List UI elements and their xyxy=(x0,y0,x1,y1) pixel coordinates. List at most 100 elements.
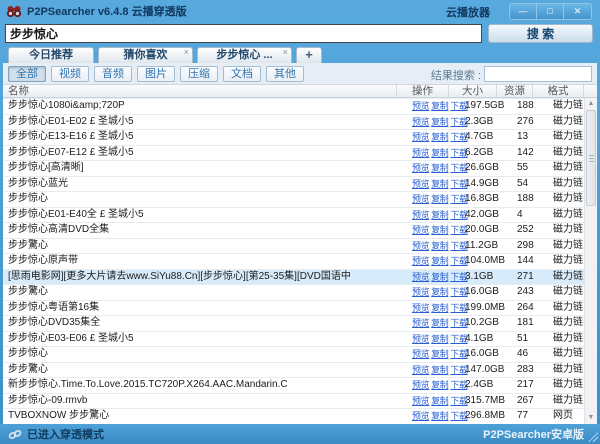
filter-all-button[interactable]: 全部 xyxy=(8,66,46,82)
header-size[interactable]: 大小 xyxy=(449,85,497,97)
copy-link[interactable]: 复制 xyxy=(431,380,448,390)
table-row[interactable]: 步步惊心预览复制下载16.0GB46磁力链 xyxy=(3,347,597,363)
minimize-button[interactable]: — xyxy=(510,4,537,19)
filter-video-button[interactable]: 视频 xyxy=(51,66,89,82)
table-row[interactable]: 步步惊心蓝光预览复制下载14.9GB54磁力链 xyxy=(3,177,597,193)
copy-link[interactable]: 复制 xyxy=(431,241,448,251)
tab-close-icon[interactable]: × xyxy=(283,48,288,57)
result-actions: 预览复制下载 xyxy=(410,254,462,269)
copy-link[interactable]: 复制 xyxy=(431,117,448,127)
table-row[interactable]: 新步步惊心.Time.To.Love.2015.TC720P.X264.AAC.… xyxy=(3,378,597,394)
table-row[interactable]: 步步惊心DVD35集全预览复制下载10.2GB181磁力链 xyxy=(3,316,597,332)
close-button[interactable]: ✕ xyxy=(564,4,591,19)
copy-link[interactable]: 复制 xyxy=(431,148,448,158)
tab-close-icon[interactable]: × xyxy=(184,48,189,57)
copy-link[interactable]: 复制 xyxy=(431,132,448,142)
scroll-down-icon[interactable]: ▼ xyxy=(585,412,597,424)
copy-link[interactable]: 复制 xyxy=(431,287,448,297)
preview-link[interactable]: 预览 xyxy=(412,396,429,406)
preview-link[interactable]: 预览 xyxy=(412,210,429,220)
preview-link[interactable]: 预览 xyxy=(412,303,429,313)
copy-link[interactable]: 复制 xyxy=(431,179,448,189)
preview-link[interactable]: 预览 xyxy=(412,241,429,251)
vertical-scrollbar[interactable]: ▲ ▼ xyxy=(584,98,597,424)
table-row[interactable]: 步步惊心原声带预览复制下载104.0MB144磁力链 xyxy=(3,254,597,270)
table-row[interactable]: 步步惊心粤语第16集预览复制下载199.0MB264磁力链 xyxy=(3,301,597,317)
header-actions[interactable]: 操作 xyxy=(397,85,449,97)
copy-link[interactable]: 复制 xyxy=(431,225,448,235)
table-row[interactable]: 步步惊心-09.rmvb预览复制下载315.7MB267磁力链 xyxy=(3,394,597,410)
preview-link[interactable]: 预览 xyxy=(412,380,429,390)
preview-link[interactable]: 预览 xyxy=(412,101,429,111)
filter-archive-button[interactable]: 压缩 xyxy=(180,66,218,82)
preview-link[interactable]: 预览 xyxy=(412,287,429,297)
cloud-player-link[interactable]: 云播放器 xyxy=(446,4,490,20)
copy-link[interactable]: 复制 xyxy=(431,101,448,111)
preview-link[interactable]: 预览 xyxy=(412,179,429,189)
tab-today-recommend[interactable]: 今日推荐 xyxy=(8,47,94,63)
table-row[interactable]: 步步惊心预览复制下载16.8GB188磁力链 xyxy=(3,192,597,208)
tab-search-result[interactable]: 步步惊心 ... × xyxy=(197,47,292,63)
android-version-link[interactable]: P2PSearcher安卓版 xyxy=(483,426,584,442)
copy-link[interactable]: 复制 xyxy=(431,349,448,359)
copy-link[interactable]: 复制 xyxy=(431,194,448,204)
scrollbar-thumb[interactable] xyxy=(586,110,596,206)
table-row[interactable]: 步步驚心预览复制下载11.2GB298磁力链 xyxy=(3,239,597,255)
filter-audio-button[interactable]: 音频 xyxy=(94,66,132,82)
result-actions: 预览复制下载 xyxy=(410,115,462,130)
filter-image-button[interactable]: 图片 xyxy=(137,66,175,82)
preview-link[interactable]: 预览 xyxy=(412,132,429,142)
filter-other-button[interactable]: 其他 xyxy=(266,66,304,82)
table-row[interactable]: 步步驚心预览复制下载16.0GB243磁力链 xyxy=(3,285,597,301)
table-row[interactable]: 步步惊心E07-E12 £ 圣城小5预览复制下载6.2GB142磁力链 xyxy=(3,146,597,162)
header-format[interactable]: 格式 xyxy=(533,85,584,97)
scroll-up-icon[interactable]: ▲ xyxy=(585,98,597,110)
preview-link[interactable]: 预览 xyxy=(412,365,429,375)
copy-link[interactable]: 复制 xyxy=(431,303,448,313)
table-row[interactable]: 步步惊心E03-E06 £ 圣城小5预览复制下载4.1GB51磁力链 xyxy=(3,332,597,348)
table-row[interactable]: 步步惊心E13-E16 £ 圣城小5预览复制下载4.7GB13磁力链 xyxy=(3,130,597,146)
search-button[interactable]: 搜 索 xyxy=(488,24,593,43)
table-row[interactable]: [思雨电影网][更多大片请去www.SiYu88.Cn][步步惊心][第25-3… xyxy=(3,270,597,286)
copy-link[interactable]: 复制 xyxy=(431,334,448,344)
header-resources[interactable]: 资源 xyxy=(497,85,533,97)
result-name: 步步驚心 xyxy=(3,239,410,254)
table-row[interactable]: 步步惊心E01-E40全 £ 圣城小5预览复制下载42.0GB4磁力链 xyxy=(3,208,597,224)
table-row[interactable]: 步步惊心[高清晰]预览复制下载26.6GB55磁力链 xyxy=(3,161,597,177)
copy-link[interactable]: 复制 xyxy=(431,256,448,266)
preview-link[interactable]: 预览 xyxy=(412,225,429,235)
preview-link[interactable]: 预览 xyxy=(412,117,429,127)
tab-guess-you-like[interactable]: 猜你喜欢 × xyxy=(98,47,193,63)
table-row[interactable]: 步步驚心预览复制下载147.0GB283磁力链 xyxy=(3,363,597,379)
search-input[interactable] xyxy=(5,24,482,43)
maximize-button[interactable]: □ xyxy=(537,4,564,19)
table-row[interactable]: 步步惊心E01-E02 £ 圣城小5预览复制下载2.3GB276磁力链 xyxy=(3,115,597,131)
preview-link[interactable]: 预览 xyxy=(412,256,429,266)
copy-link[interactable]: 复制 xyxy=(431,163,448,173)
copy-link[interactable]: 复制 xyxy=(431,272,448,282)
preview-link[interactable]: 预览 xyxy=(412,318,429,328)
preview-link[interactable]: 预览 xyxy=(412,163,429,173)
filter-document-button[interactable]: 文档 xyxy=(223,66,261,82)
preview-link[interactable]: 预览 xyxy=(412,349,429,359)
result-name: TVBOXNOW 步步驚心 xyxy=(3,409,410,424)
copy-link[interactable]: 复制 xyxy=(431,411,448,421)
preview-link[interactable]: 预览 xyxy=(412,272,429,282)
new-tab-button[interactable]: + xyxy=(296,47,322,63)
preview-link[interactable]: 预览 xyxy=(412,411,429,421)
result-actions: 预览复制下载 xyxy=(410,378,462,393)
resize-grip[interactable] xyxy=(588,432,598,442)
copy-link[interactable]: 复制 xyxy=(431,365,448,375)
result-search-input[interactable] xyxy=(484,66,592,82)
preview-link[interactable]: 预览 xyxy=(412,334,429,344)
table-row[interactable]: TVBOXNOW 步步驚心预览复制下载296.8MB77网页 xyxy=(3,409,597,424)
result-resources: 243 xyxy=(510,285,546,300)
copy-link[interactable]: 复制 xyxy=(431,210,448,220)
header-name[interactable]: 名称 xyxy=(3,85,397,97)
table-row[interactable]: 步步惊心高清DVD全集预览复制下载20.0GB252磁力链 xyxy=(3,223,597,239)
preview-link[interactable]: 预览 xyxy=(412,148,429,158)
copy-link[interactable]: 复制 xyxy=(431,318,448,328)
copy-link[interactable]: 复制 xyxy=(431,396,448,406)
table-row[interactable]: 步步惊心1080i&amp;720P预览复制下载197.5GB188磁力链 xyxy=(3,99,597,115)
preview-link[interactable]: 预览 xyxy=(412,194,429,204)
